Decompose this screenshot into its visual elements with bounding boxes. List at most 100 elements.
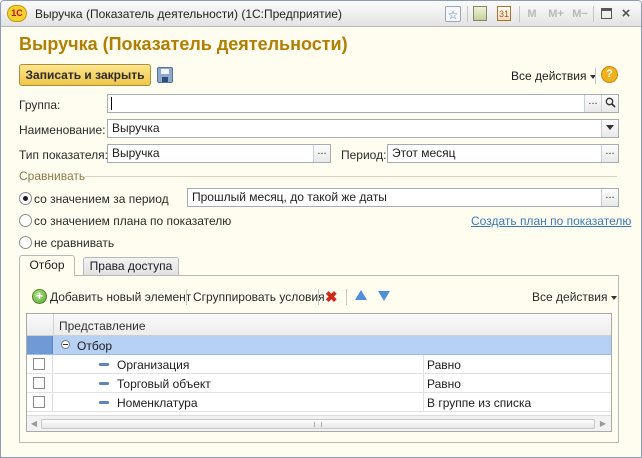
chevron-down-icon	[606, 124, 614, 130]
create-plan-link[interactable]: Создать план по показателю	[471, 214, 631, 228]
row-field-name: Организация	[117, 358, 190, 372]
filter-all-actions-label: Все действия	[532, 290, 608, 304]
scroll-left-icon[interactable]: ◀	[28, 418, 40, 430]
filter-all-actions-menu[interactable]: Все действия	[532, 290, 618, 304]
all-actions-menu[interactable]: Все действия	[511, 69, 597, 83]
text-caret	[111, 97, 112, 110]
name-label: Наименование:	[19, 123, 106, 137]
add-icon[interactable]: +	[32, 289, 47, 304]
row-condition: Равно	[427, 377, 461, 391]
compare-period-radio[interactable]	[19, 192, 32, 205]
memory-minus-button[interactable]: M−	[570, 6, 590, 22]
calendar-icon[interactable]: 31	[497, 6, 511, 21]
form-window: 1С Выручка (Показатель деятельности) (1С…	[0, 0, 642, 458]
row-field-name: Номенклатура	[117, 396, 198, 410]
toolbar-separator	[519, 6, 520, 22]
toolbar-separator	[186, 289, 187, 305]
star-icon[interactable]: ☆	[445, 6, 461, 22]
compare-period-value: Прошлый месяц, до такой же даты	[192, 190, 387, 204]
row-condition: Равно	[427, 358, 461, 372]
header-separator	[53, 314, 54, 336]
name-input[interactable]: Выручка	[107, 119, 619, 138]
calculator-icon[interactable]	[473, 6, 487, 21]
name-dropdown-button[interactable]	[601, 120, 618, 137]
restore-window-icon[interactable]	[601, 8, 612, 19]
toolbar-separator	[346, 289, 347, 305]
period-value: Этот месяц	[392, 146, 456, 160]
toolbar-separator	[318, 289, 319, 305]
row-marker	[27, 355, 53, 373]
move-up-icon[interactable]	[355, 290, 367, 300]
indicator-type-value: Выручка	[112, 146, 160, 160]
table-row[interactable]: Номенклатура В группе из списка	[27, 393, 611, 412]
help-icon[interactable]: ?	[601, 66, 618, 83]
compare-plan-radio[interactable]	[19, 214, 32, 227]
row-condition: В группе из списка	[427, 396, 532, 410]
chevron-down-icon	[611, 295, 618, 300]
indicator-type-select-button[interactable]: ...	[313, 145, 330, 162]
column-separator	[423, 374, 424, 392]
condition-item-icon	[99, 401, 109, 404]
column-separator	[423, 393, 424, 411]
row-checkbox[interactable]	[33, 377, 45, 389]
indicator-type-input[interactable]: Выручка ...	[107, 144, 331, 163]
row-checkbox[interactable]	[33, 358, 45, 370]
title-bar[interactable]: 1С Выручка (Показатель деятельности) (1С…	[1, 1, 641, 27]
toolbar-separator	[593, 6, 594, 22]
save-and-close-button[interactable]: Записать и закрыть	[19, 64, 151, 86]
group-input[interactable]: ...	[107, 94, 619, 113]
move-down-icon[interactable]	[378, 291, 390, 301]
row-marker	[27, 393, 53, 411]
row-field-name: Торговый объект	[117, 377, 211, 391]
group-label: Группа:	[19, 98, 61, 112]
table-group-row[interactable]: Отбор	[27, 336, 611, 355]
period-label: Период:	[341, 148, 387, 162]
table-row[interactable]: Организация Равно	[27, 355, 611, 374]
collapse-icon[interactable]	[61, 340, 70, 349]
scroll-right-icon[interactable]: ▶	[597, 418, 609, 430]
memory-plus-button[interactable]: M+	[546, 6, 566, 22]
row-checkbox[interactable]	[33, 396, 45, 408]
compare-plan-label[interactable]: со значением плана по показателю	[34, 214, 231, 228]
save-disk-icon[interactable]	[157, 67, 173, 83]
group-divider	[85, 176, 617, 177]
table-row[interactable]: Торговый объект Равно	[27, 374, 611, 393]
compare-period-label[interactable]: со значением за период	[34, 192, 169, 206]
compare-group-title: Сравнивать	[19, 169, 86, 183]
add-element-button[interactable]: Добавить новый элемент	[50, 290, 191, 304]
compare-period-select-button[interactable]: ...	[601, 189, 618, 206]
group-select-button[interactable]: ...	[584, 95, 601, 112]
row-marker	[27, 374, 53, 392]
condition-item-icon	[99, 382, 109, 385]
scrollbar-grip	[314, 422, 322, 427]
table-header: Представление	[27, 314, 611, 336]
memory-m-button[interactable]: M	[526, 6, 538, 22]
window-title: Выручка (Показатель деятельности) (1С:Пр…	[35, 7, 342, 21]
no-compare-label[interactable]: не сравнивать	[34, 236, 114, 250]
no-compare-radio[interactable]	[19, 236, 32, 249]
magnifier-icon[interactable]	[601, 95, 618, 112]
column-separator	[423, 355, 424, 373]
all-actions-label: Все действия	[511, 69, 587, 83]
close-icon[interactable]: ×	[619, 6, 633, 22]
toolbar-separator	[467, 6, 468, 22]
app-logo: 1С	[7, 5, 27, 22]
filter-tab-panel: + Добавить новый элемент Сгруппировать у…	[19, 275, 619, 443]
page-title: Выручка (Показатель деятельности)	[19, 34, 348, 54]
period-input[interactable]: Этот месяц ...	[387, 144, 619, 163]
tab-filter[interactable]: Отбор	[19, 255, 75, 276]
column-header-representation[interactable]: Представление	[59, 319, 146, 333]
group-row-label: Отбор	[77, 339, 113, 353]
horizontal-scrollbar[interactable]: ◀ ▶	[27, 415, 611, 431]
period-select-button[interactable]: ...	[601, 145, 618, 162]
row-marker	[27, 336, 53, 354]
tab-access-rights[interactable]: Права доступа	[83, 257, 179, 275]
filter-table[interactable]: Представление Отбор Организация Равно То…	[26, 313, 612, 432]
delete-icon[interactable]: ✖	[325, 288, 338, 306]
scrollbar-thumb[interactable]	[41, 419, 595, 429]
indicator-type-label: Тип показателя:	[19, 148, 108, 162]
group-conditions-button[interactable]: Сгруппировать условия	[193, 290, 325, 304]
compare-period-input[interactable]: Прошлый месяц, до такой же даты ...	[187, 188, 619, 207]
toolbar-separator	[595, 68, 596, 84]
condition-item-icon	[99, 363, 109, 366]
